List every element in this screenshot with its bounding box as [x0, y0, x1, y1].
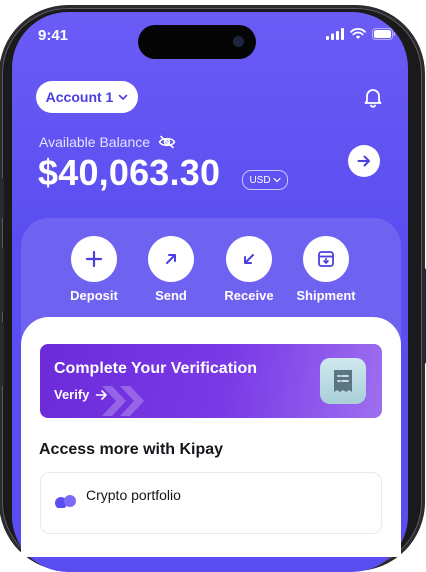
volume-up-button — [0, 248, 4, 312]
shipment-label: Shipment — [296, 288, 356, 303]
plus-icon — [85, 250, 103, 268]
battery-icon — [372, 28, 396, 40]
send-action[interactable]: Send — [131, 236, 211, 303]
currency-selector[interactable]: USD — [242, 170, 288, 190]
package-icon — [318, 251, 334, 267]
arrow-right-icon — [96, 389, 108, 400]
arrow-right-icon — [357, 155, 370, 167]
chevron-down-icon — [119, 94, 128, 100]
status-icons — [326, 28, 396, 40]
receive-action[interactable]: Receive — [209, 236, 289, 303]
wifi-icon — [350, 28, 366, 39]
camera-icon — [233, 36, 244, 47]
shipment-action[interactable]: Shipment — [286, 236, 366, 303]
balance-amount: $40,063.30 — [38, 152, 221, 193]
verify-link[interactable]: Verify — [54, 387, 108, 402]
side-button — [0, 178, 4, 218]
deposit-button[interactable] — [71, 236, 117, 282]
access-section-title: Access more with Kipay — [39, 441, 224, 458]
receive-button[interactable] — [226, 236, 272, 282]
crypto-icon — [55, 495, 76, 508]
account-label: Account 1 — [45, 89, 114, 105]
deposit-label: Deposit — [70, 288, 118, 303]
verify-label: Verify — [54, 387, 90, 402]
verification-card[interactable]: Complete Your Verification Verify — [40, 344, 382, 418]
currency-label: USD — [249, 174, 271, 186]
balance-details-button[interactable] — [348, 145, 380, 177]
status-time: 9:41 — [38, 27, 69, 44]
notification-bell-icon[interactable] — [362, 86, 384, 108]
shipment-button[interactable] — [303, 236, 349, 282]
crypto-portfolio-label: Crypto portfolio — [86, 487, 181, 503]
balance-label-row: Available Balance — [39, 134, 176, 150]
arrow-down-left-icon — [244, 254, 254, 264]
crypto-portfolio-card[interactable] — [40, 472, 382, 534]
receive-label: Receive — [224, 288, 274, 303]
account-selector[interactable]: Account 1 — [36, 81, 138, 113]
deposit-action[interactable]: Deposit — [54, 236, 134, 303]
hide-balance-icon[interactable] — [158, 135, 176, 149]
arrow-up-right-icon — [166, 254, 176, 264]
dynamic-island — [138, 25, 256, 59]
signal-icon — [326, 28, 344, 40]
send-button[interactable] — [148, 236, 194, 282]
volume-down-button — [0, 322, 4, 386]
balance-label: Available Balance — [39, 134, 151, 150]
verification-title: Complete Your Verification — [54, 360, 258, 377]
power-button — [422, 268, 426, 364]
chevron-down-icon — [272, 177, 281, 183]
document-icon — [320, 358, 366, 404]
send-label: Send — [155, 288, 187, 303]
